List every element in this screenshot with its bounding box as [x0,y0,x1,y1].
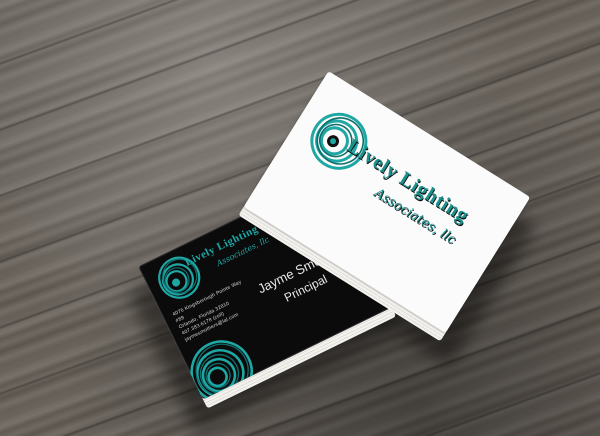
swirl-logo-icon [310,112,368,170]
photo-scene: Lively Lighting Associates, llc 4076 Kin… [0,0,600,436]
